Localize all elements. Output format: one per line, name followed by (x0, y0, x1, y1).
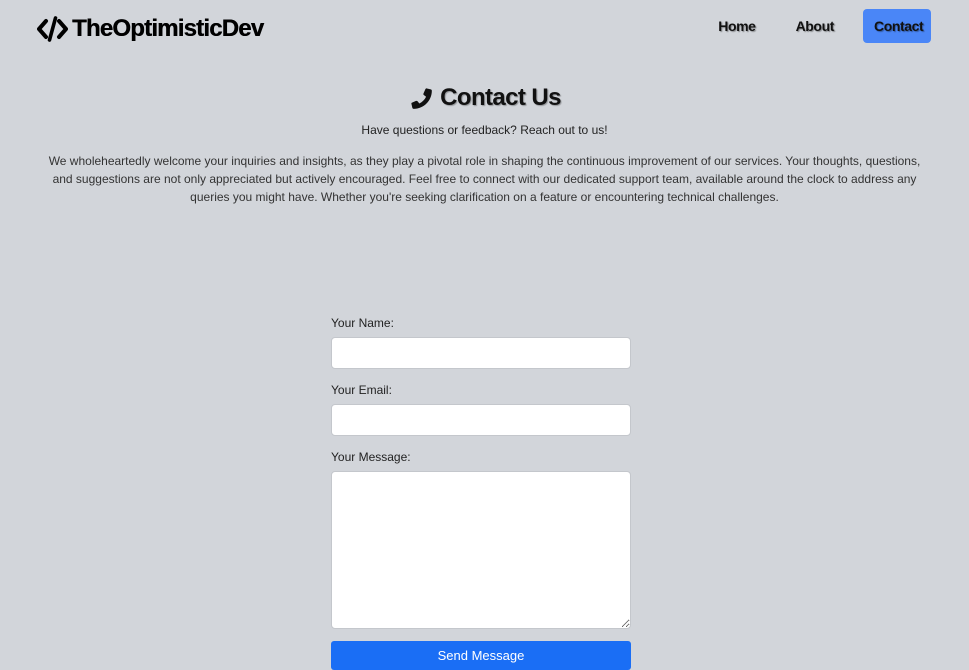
page-title: Contact Us (440, 84, 561, 111)
code-icon (37, 14, 68, 44)
nav-contact[interactable]: Contact (863, 9, 931, 43)
page-subtitle: Have questions or feedback? Reach out to… (361, 123, 608, 137)
nav-home[interactable]: Home (707, 10, 766, 42)
brand-name: TheOptimisticDev (72, 15, 264, 42)
send-message-button[interactable]: Send Message (331, 641, 631, 670)
message-textarea[interactable] (331, 471, 631, 629)
phone-icon (408, 85, 434, 111)
intro-paragraph: We wholeheartedly welcome your inquiries… (48, 154, 921, 204)
main-nav: Home About Contact (689, 9, 931, 43)
nav-about[interactable]: About (785, 10, 845, 42)
title-section: Contact Us (0, 84, 969, 116)
name-label: Your Name: (331, 316, 394, 330)
contact-form: Your Name: Your Email: Your Message: Sen… (331, 316, 631, 670)
site-header: TheOptimisticDev Home About Contact (0, 0, 969, 60)
page-title-wrap: Contact Us (408, 84, 561, 112)
message-label: Your Message: (331, 450, 411, 464)
name-input[interactable] (331, 337, 631, 369)
brand-logo[interactable]: TheOptimisticDev (37, 14, 264, 44)
email-input[interactable] (331, 404, 631, 436)
email-label: Your Email: (331, 383, 392, 397)
